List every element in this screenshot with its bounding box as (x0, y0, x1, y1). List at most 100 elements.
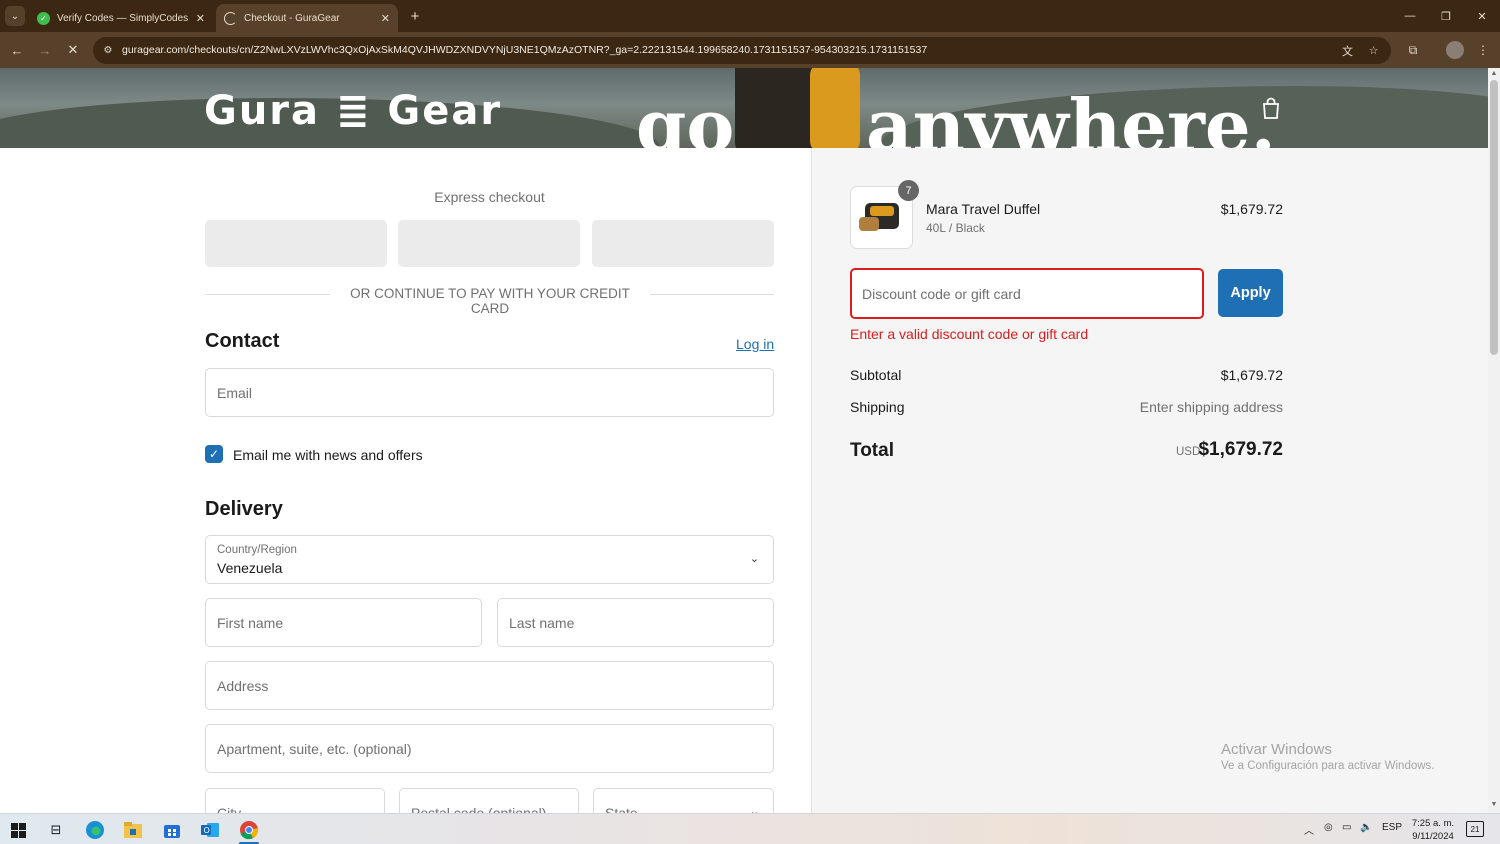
windows-activation-subtitle: Ve a Configuración para activar Windows. (1221, 760, 1435, 772)
email-placeholder: Email (217, 385, 253, 401)
windows-start-icon[interactable] (6, 818, 30, 842)
postal-code-field[interactable]: Postal code (optional) (399, 788, 579, 813)
newsletter-label[interactable]: Email me with news and offers (233, 447, 423, 463)
hero-person-jacket (810, 68, 860, 148)
address-bar[interactable]: ⚙ guragear.com/checkouts/cn/Z2NwLXVzLWVh… (93, 37, 1391, 64)
notification-center-icon[interactable]: 21 (1466, 821, 1484, 837)
forward-arrow-icon[interactable]: → (35, 40, 55, 60)
browser-menu-icon[interactable]: ⋮ (1474, 41, 1492, 59)
translate-icon[interactable]: 文 (1340, 43, 1355, 58)
guragear-logo[interactable]: Gura ≣ Gear (204, 88, 502, 134)
language-indicator[interactable]: ESP (1382, 822, 1402, 833)
express-pay-button-2[interactable] (398, 220, 580, 267)
postal-code-placeholder: Postal code (optional) (411, 805, 547, 813)
browser-toolbar: ← → ✕ ⚙ guragear.com/checkouts/cn/Z2NwLX… (0, 32, 1500, 68)
url-text[interactable]: guragear.com/checkouts/cn/Z2NwLXVzLWVhc3… (122, 44, 927, 56)
divider-text: OR CONTINUE TO PAY WITH YOUR CREDIT CARD (330, 286, 650, 316)
newsletter-checkbox[interactable]: ✓ (205, 445, 223, 463)
file-explorer-icon[interactable] (121, 818, 145, 842)
microsoft-store-icon[interactable] (160, 818, 184, 842)
country-label: Country/Region (217, 544, 297, 556)
email-field[interactable]: Email (205, 368, 774, 417)
last-name-field[interactable]: Last name (497, 598, 774, 647)
loading-spinner-icon (224, 11, 237, 25)
total-label: Total (850, 440, 894, 461)
product-variant: 40L / Black (926, 221, 985, 235)
back-arrow-icon[interactable]: ← (7, 40, 27, 60)
product-name: Mara Travel Duffel (926, 201, 1041, 217)
show-hidden-icons-chevron-icon[interactable]: ︿ (1304, 822, 1314, 837)
tab-guragear-checkout[interactable]: Checkout - GuraGear ✕ (216, 4, 398, 32)
subtotal-label: Subtotal (850, 367, 902, 383)
hero-tagline-left: go (636, 83, 735, 149)
city-field[interactable]: City (205, 788, 385, 813)
scrollbar-thumb[interactable] (1490, 80, 1498, 355)
clock-date: 9/11/2024 (1412, 831, 1454, 842)
network-icon[interactable]: ▭ (1342, 822, 1351, 833)
page-scrollbar[interactable]: ▲ ▼ (1488, 68, 1500, 813)
stop-loading-icon[interactable]: ✕ (63, 40, 83, 60)
scroll-down-arrow-icon[interactable]: ▼ (1488, 801, 1500, 811)
last-name-placeholder: Last name (509, 615, 575, 631)
notification-count: 21 (1470, 824, 1480, 834)
chrome-browser-icon[interactable] (237, 818, 261, 842)
tab-title: Checkout - GuraGear (244, 12, 340, 24)
order-summary-column: 7 Mara Travel Duffel 40L / Black $1,679.… (811, 148, 1488, 813)
checkout-page: Gura ≣ Gear go anywhere. Express checkou… (0, 68, 1488, 813)
scroll-up-arrow-icon[interactable]: ▲ (1488, 70, 1500, 80)
browser-tab-bar: ⌄ ✓ Verify Codes — SimplyCodes ✕ Checkou… (0, 0, 1500, 32)
tab-close-icon[interactable]: ✕ (381, 12, 390, 25)
hero-tagline-right: anywhere. (866, 83, 1276, 149)
login-link[interactable]: Log in (736, 336, 774, 352)
delivery-heading: Delivery (205, 498, 283, 520)
bookmark-star-icon[interactable]: ☆ (1366, 43, 1381, 58)
discount-placeholder: Discount code or gift card (862, 286, 1021, 302)
task-view-icon[interactable]: ⊟ (44, 818, 68, 842)
minimize-icon[interactable]: — (1397, 6, 1423, 26)
first-name-field[interactable]: First name (205, 598, 482, 647)
country-value: Venezuela (217, 560, 283, 576)
subtotal-value: $1,679.72 (1220, 367, 1283, 383)
meet-now-icon[interactable]: ◎ (1324, 822, 1333, 833)
new-tab-plus-icon[interactable]: + (405, 6, 425, 26)
profile-avatar-icon[interactable] (1446, 41, 1464, 59)
contact-heading: Contact (205, 330, 280, 352)
express-checkout-title: Express checkout (434, 189, 545, 205)
tab-search-chevron-icon[interactable]: ⌄ (5, 6, 25, 26)
system-clock[interactable]: 7:25 a. m. 9/11/2024 (1404, 817, 1462, 843)
edge-browser-icon[interactable] (83, 818, 107, 842)
close-window-icon[interactable]: ✕ (1469, 6, 1495, 26)
simplycodes-check-icon: ✓ (37, 11, 50, 25)
address-field[interactable]: Address (205, 661, 774, 710)
site-info-icon[interactable]: ⚙ (101, 43, 115, 57)
shopping-bag-icon[interactable] (1260, 96, 1282, 120)
chevron-down-icon: ⌄ (749, 553, 759, 565)
apartment-placeholder: Apartment, suite, etc. (optional) (217, 741, 412, 757)
tab-close-icon[interactable]: ✕ (196, 12, 205, 25)
extensions-puzzle-icon[interactable]: ⧉ (1404, 41, 1422, 59)
product-price: $1,679.72 (1220, 201, 1283, 217)
state-select[interactable]: State ⌄ (593, 788, 774, 813)
express-pay-button-3[interactable] (592, 220, 774, 267)
total-value: $1,679.72 (1198, 439, 1283, 460)
restore-icon[interactable]: ❐ (1433, 6, 1459, 26)
apartment-field[interactable]: Apartment, suite, etc. (optional) (205, 724, 774, 773)
address-placeholder: Address (217, 678, 269, 694)
city-placeholder: City (217, 805, 242, 813)
svg-text:O: O (204, 826, 210, 835)
chevron-down-icon: ⌄ (749, 806, 759, 813)
express-pay-button-1[interactable] (205, 220, 387, 267)
apply-discount-button[interactable]: Apply (1218, 269, 1283, 317)
product-image-strap (870, 206, 894, 216)
first-name-placeholder: First name (217, 615, 284, 631)
discount-code-field[interactable]: Discount code or gift card (850, 268, 1204, 319)
volume-icon[interactable]: 🔈 (1360, 822, 1372, 833)
discount-error-message: Enter a valid discount code or gift card (850, 326, 1089, 342)
product-image-pouch (859, 217, 879, 231)
country-select[interactable]: Country/Region Venezuela ⌄ (205, 535, 774, 584)
tab-simplycodes[interactable]: ✓ Verify Codes — SimplyCodes ✕ (29, 4, 213, 32)
hero-banner: Gura ≣ Gear go anywhere. (0, 68, 1488, 148)
tab-title: Verify Codes — SimplyCodes (57, 12, 189, 24)
outlook-icon[interactable]: O (198, 818, 222, 842)
windows-activation-title: Activar Windows (1221, 741, 1332, 758)
